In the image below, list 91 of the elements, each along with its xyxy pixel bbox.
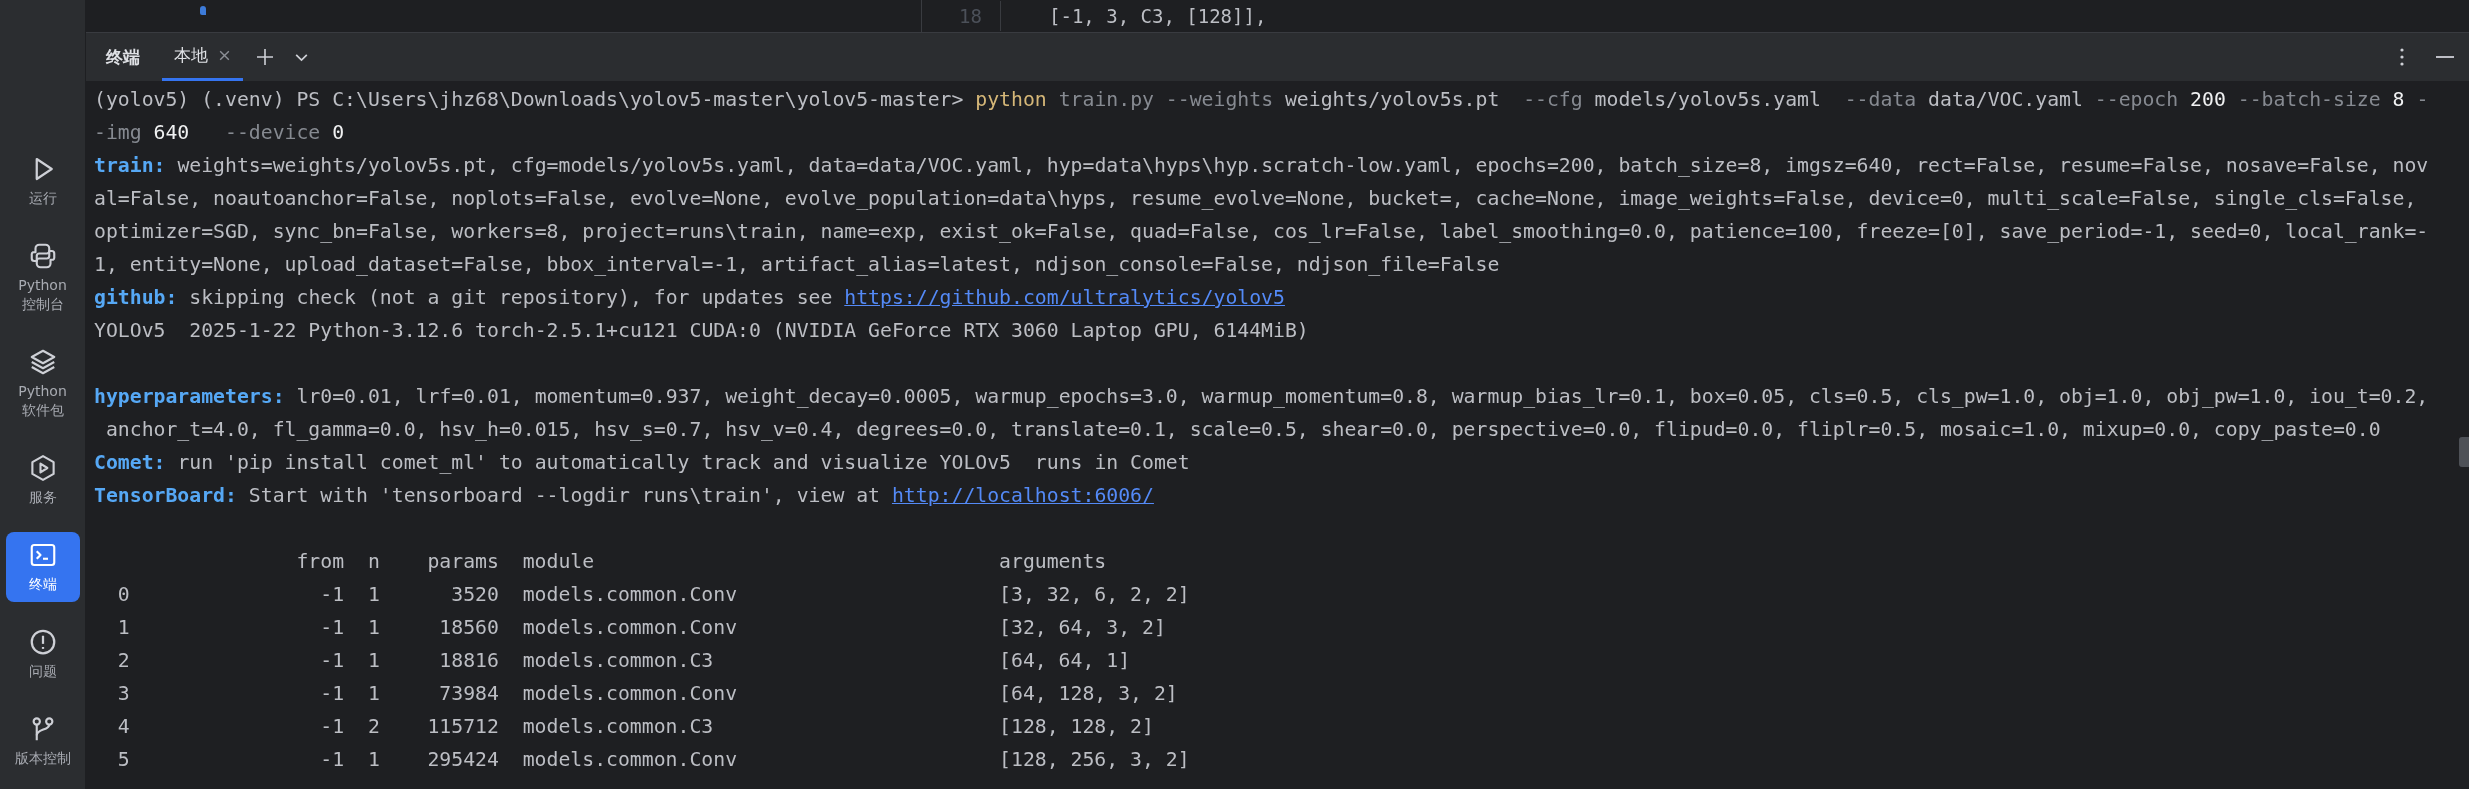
more-icon[interactable] [2399, 47, 2405, 67]
table-cell-text: models.common.Conv [521, 681, 739, 707]
column-header: params [426, 549, 499, 575]
option-name: --epoch [2093, 88, 2179, 111]
command-text: python [974, 88, 1047, 111]
column-header: arguments [999, 549, 1108, 575]
log-link[interactable]: https://github.com/ultralytics/yolov5 [844, 286, 1285, 309]
option-name: --data [1843, 88, 1917, 111]
table-cell-text: -1 [319, 714, 345, 740]
table-cell-text: [32, 64, 3, 2] [999, 615, 1167, 641]
code-line: [-1, 3, C3, [128]], [1049, 4, 1267, 29]
table-cell-text: models.common.Conv [521, 582, 739, 608]
table-cell-text: -1 [319, 681, 345, 707]
log-link[interactable]: http://localhost:6006/ [891, 484, 1154, 507]
table-cell-text: 0 [116, 582, 130, 608]
option-name: - [2415, 88, 2429, 111]
table-cell-text: -1 [319, 747, 345, 773]
option-name: --cfg [1522, 88, 1583, 111]
option-value: 200 [2189, 88, 2226, 111]
log-label: hyperparameters: [94, 385, 285, 408]
option-name: --weights [1164, 88, 1274, 111]
table-cell-text: 1 [366, 681, 380, 707]
option-value: 8 [2391, 88, 2405, 111]
log-text: optimizer=SGD, sync_bn=False, workers=8, project=runs\train, name=exp, exist_ok=False, quad=False, cos_lr=False, label_smoothing=0.0, patience=100, freeze=[0], save_period=-1, seed=0, local_rank=- [94, 220, 2429, 243]
table-cell-text: [64, 64, 1] [999, 648, 1132, 674]
table-cell-text: [3, 32, 6, 2, 2] [999, 582, 1190, 608]
log-text: anchor_t=4.0, fl_gamma=0.0, hsv_h=0.015, hsv_s=0.7, hsv_v=0.4, degrees=0.0, translate=0.1, scale=0.5, shear=0.0, perspective=0.0, flipud=0.0, fliplr=0.5, mosaic=1.0, mixup=0.0, copy_paste=0.0 [104, 418, 2381, 441]
table-cell-text: 1 [366, 582, 380, 608]
option-name: --device [224, 121, 321, 144]
table-cell-text: -1 [319, 648, 345, 674]
table-cell-text: 295424 [426, 747, 499, 773]
minimize-icon[interactable] [2435, 55, 2455, 59]
log-label: Comet: [94, 451, 166, 474]
log-text: YOLOv5 2025-1-22 Python-3.12.6 torch-2.5.1+cu121 CUDA:0 (NVIDIA GeForce RTX 3060 Laptop GPU, 6144MiB) [94, 319, 1309, 342]
table-cell-text: models.common.Conv [521, 747, 739, 773]
prompt-text: (yolov5) (.venv) PS C:\Users\jhz68\Downloads\yolov5-master\yolov5-master> [94, 88, 964, 111]
terminal-tab[interactable]: 本地 [162, 33, 243, 81]
log-text: 1, entity=None, upload_dataset=False, bbox_interval=-1, artifact_alias=latest, ndjson_console=False, ndjson_file=False [94, 253, 1500, 276]
table-cell-text: models.common.Conv [521, 615, 739, 641]
log-text: Start with 'tensorboard --logdir runs\train', view at [247, 484, 882, 507]
option-value: 0 [331, 121, 345, 144]
table-cell-text: -1 [319, 582, 345, 608]
add-icon[interactable] [255, 47, 275, 67]
table-cell-text: 115712 [426, 714, 499, 740]
table-cell-text: 18560 [438, 615, 499, 641]
table-cell-text: models.common.C3 [521, 714, 715, 740]
log-label: TensorBoard: [94, 484, 237, 507]
tool-window-title: 终端 [106, 45, 140, 69]
sidebar-item[interactable]: 终端 [5, 532, 80, 602]
table-cell-text: 18816 [438, 648, 499, 674]
log-label: train: [94, 154, 166, 177]
table-cell-text: 5 [116, 747, 130, 773]
table-cell-text: 4 [116, 714, 130, 740]
sidebar-item[interactable]: 版本控制 [5, 706, 80, 776]
sidebar-item[interactable]: Python 控制台 [5, 233, 80, 322]
option-value: 640 [152, 121, 190, 144]
table-cell-text: -1 [319, 615, 345, 641]
table-cell-text: 73984 [438, 681, 499, 707]
log-label: github: [94, 286, 178, 309]
log-text: skipping check (not a git repository), for updates see [188, 286, 834, 309]
sidebar-item[interactable]: 问题 [5, 619, 80, 689]
log-text: weights=weights/yolov5s.pt, cfg=models/yolov5s.yaml, data=data/VOC.yaml, hyp=data\hyps\hyp.scratch-low.yaml, epochs=200, batch_size=8, imgsz=640, rect=False, resume=False, nosave=False, nov [176, 154, 2429, 177]
table-cell-text: [128, 128, 2] [999, 714, 1155, 740]
option-name: --batch-size [2236, 88, 2381, 111]
table-cell-text: 1 [366, 747, 380, 773]
table-cell-text: 2 [366, 714, 380, 740]
column-header: from [295, 549, 345, 575]
log-text: lr0=0.01, lrf=0.01, momentum=0.937, weight_decay=0.0005, warmup_epochs=3.0, warmup_momentum=0.8, warmup_bias_lr=0.1, box=0.05, cls=0.5, cls_pw=1.0, obj=1.0, obj_pw=1.0, iou_t=0.2, [295, 385, 2429, 408]
table-cell-text: [64, 128, 3, 2] [999, 681, 1179, 707]
option-value: weights/yolov5s.pt [1283, 88, 1500, 111]
log-text: run 'pip install comet_ml' to automatically track and visualize YOLOv5 runs in Comet [176, 451, 1190, 474]
table-cell-text: 1 [366, 615, 380, 641]
column-header: module [521, 549, 596, 575]
log-text: al=False, noautoanchor=False, noplots=False, evolve=None, evolve_population=data\hyps, resume_evolve=None, bucket=, cache=None, image_weights=False, device=0, multi_scale=False, single_cls=False, [94, 187, 2417, 210]
table-cell-text: 2 [116, 648, 130, 674]
option-value: data/VOC.yaml [1927, 88, 2083, 111]
table-cell-text: 1 [366, 648, 380, 674]
sidebar-item[interactable]: 服务 [5, 445, 80, 515]
scrollbar-thumb[interactable] [2459, 437, 2469, 467]
column-header: n [366, 549, 380, 575]
table-cell-text: models.common.C3 [521, 648, 715, 674]
option-name: -img [94, 121, 142, 144]
close-icon[interactable] [218, 49, 231, 62]
sidebar-item[interactable]: 运行 [5, 146, 80, 216]
table-cell-text: [128, 256, 3, 2] [999, 747, 1190, 773]
table-cell-text: 3 [116, 681, 130, 707]
table-cell-text: 3520 [450, 582, 499, 608]
table-cell-text: 1 [116, 615, 130, 641]
sidebar-item[interactable]: Python 软件包 [5, 339, 80, 428]
option-name: train.py [1057, 88, 1154, 111]
option-value: models/yolov5s.yaml [1593, 88, 1821, 111]
